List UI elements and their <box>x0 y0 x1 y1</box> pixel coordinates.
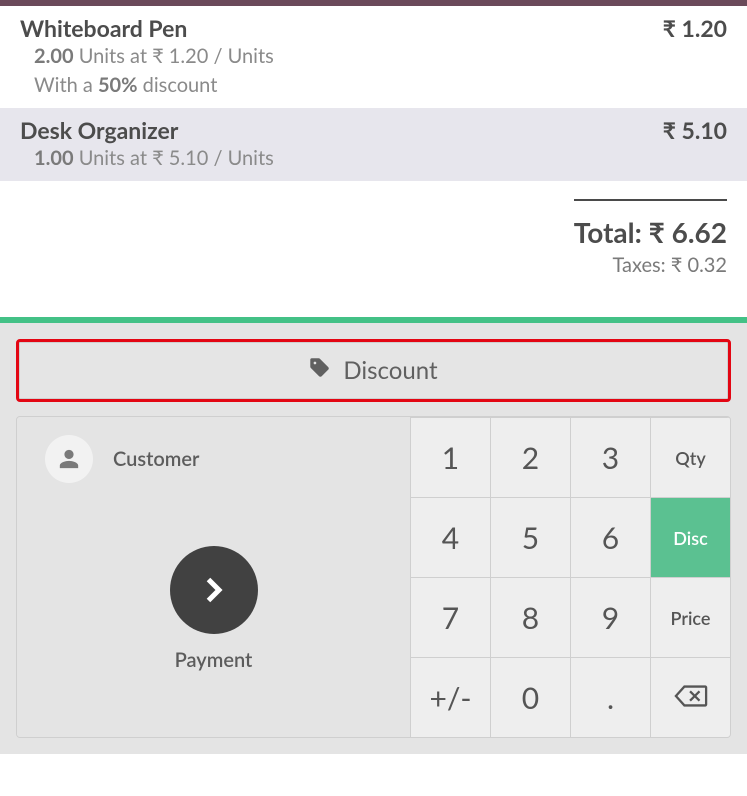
numpad-key-decimal[interactable]: . <box>570 657 650 737</box>
chevron-right-icon <box>170 546 258 634</box>
payment-button[interactable]: Payment <box>17 501 410 737</box>
discount-button[interactable]: Discount <box>16 339 731 402</box>
order-total: Total: ₹ 6.62 <box>574 215 727 249</box>
numpad-key-7[interactable]: 7 <box>410 577 490 657</box>
numpad-key-0[interactable]: 0 <box>490 657 570 737</box>
numpad-key-3[interactable]: 3 <box>570 417 650 497</box>
summary-divider <box>574 199 727 201</box>
payment-button-label: Payment <box>175 648 253 672</box>
backspace-icon <box>674 680 708 716</box>
order-summary: Total: ₹ 6.62 Taxes: ₹ 0.32 <box>574 199 727 277</box>
orderline-name: Whiteboard Pen <box>20 14 187 42</box>
numpad-mode-disc[interactable]: Disc <box>650 497 730 577</box>
numpad-mode-price[interactable]: Price <box>650 577 730 657</box>
user-icon <box>45 435 93 483</box>
orderline[interactable]: Desk Organizer ₹ 5.10 1.00 Units at ₹ 5.… <box>0 108 747 181</box>
customer-button-label: Customer <box>113 447 199 471</box>
numpad-key-2[interactable]: 2 <box>490 417 570 497</box>
numpad: 1 2 3 Qty 4 5 6 Disc 7 8 9 Price +/- 0 . <box>410 417 730 737</box>
orderline-price: ₹ 1.20 <box>663 14 727 42</box>
orderline-price: ₹ 5.10 <box>663 116 727 144</box>
order-taxes: Taxes: ₹ 0.32 <box>574 253 727 277</box>
orderline[interactable]: Whiteboard Pen ₹ 1.20 2.00 Units at ₹ 1.… <box>0 6 747 108</box>
orderline-discount: With a 50% discount <box>34 71 727 100</box>
order-lines: Whiteboard Pen ₹ 1.20 2.00 Units at ₹ 1.… <box>0 6 747 181</box>
tag-icon <box>309 356 331 385</box>
numpad-backspace[interactable] <box>650 657 730 737</box>
numpad-key-6[interactable]: 6 <box>570 497 650 577</box>
numpad-key-sign[interactable]: +/- <box>410 657 490 737</box>
numpad-key-8[interactable]: 8 <box>490 577 570 657</box>
orderline-detail: 1.00 Units at ₹ 5.10 / Units <box>34 144 727 173</box>
customer-button[interactable]: Customer <box>17 417 410 501</box>
orderline-name: Desk Organizer <box>20 116 178 144</box>
numpad-key-1[interactable]: 1 <box>410 417 490 497</box>
numpad-mode-qty[interactable]: Qty <box>650 417 730 497</box>
orderline-detail: 2.00 Units at ₹ 1.20 / Units <box>34 42 727 71</box>
numpad-key-9[interactable]: 9 <box>570 577 650 657</box>
numpad-key-4[interactable]: 4 <box>410 497 490 577</box>
discount-button-label: Discount <box>343 356 437 385</box>
numpad-key-5[interactable]: 5 <box>490 497 570 577</box>
